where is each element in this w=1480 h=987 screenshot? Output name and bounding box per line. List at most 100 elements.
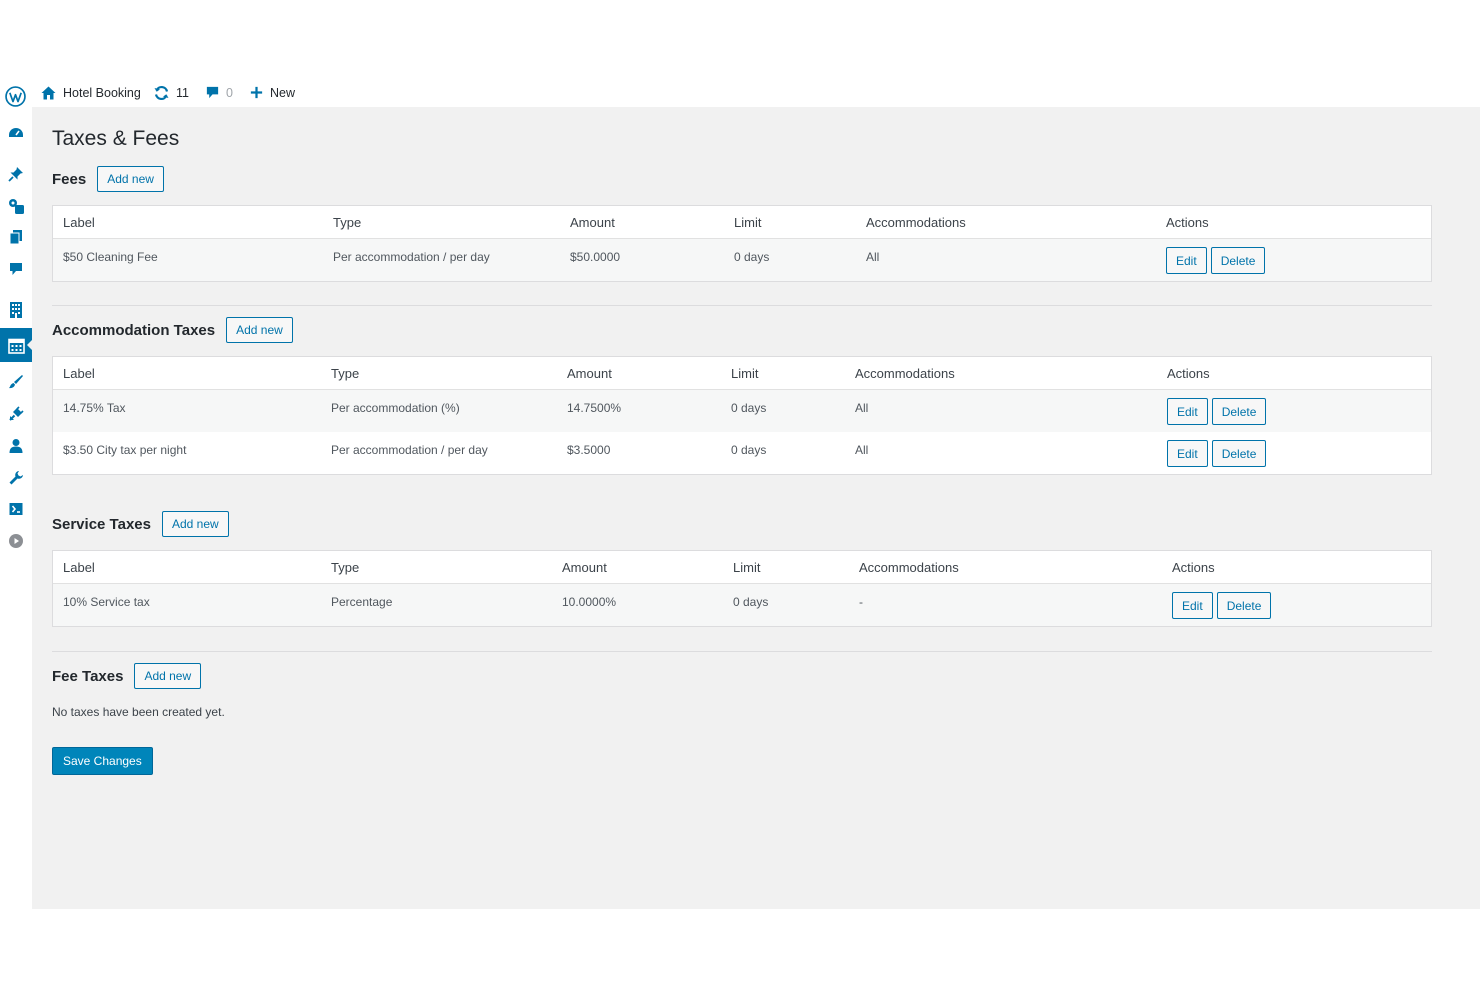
fees-add-new-button[interactable]: Add new (97, 166, 164, 192)
tools-wrench-icon (9, 471, 23, 485)
delete-button[interactable]: Delete (1210, 247, 1266, 274)
sidebar-item-dashboard[interactable] (7, 124, 25, 142)
users-icon (9, 439, 23, 453)
col-header-limit: Limit (734, 214, 762, 230)
sidebar-item-media[interactable] (7, 197, 25, 215)
plugins-icon (9, 406, 24, 421)
new-label: New (270, 85, 296, 100)
row-actions: Edit Delete (1172, 584, 1275, 626)
fees-section-header: Fees Add new (52, 166, 164, 192)
col-header-limit: Limit (731, 365, 759, 381)
col-header-type: Type (331, 365, 360, 381)
row-accommodations: All (866, 250, 880, 264)
edit-button[interactable]: Edit (1167, 440, 1208, 467)
row-label: 14.75% Tax (63, 401, 126, 415)
col-header-amount: Amount (562, 559, 607, 575)
row-type: Per accommodation / per day (331, 443, 488, 457)
row-accommodations: All (855, 443, 869, 457)
bookings-calendar-icon (7, 338, 25, 354)
row-label: $50 Cleaning Fee (63, 250, 158, 264)
service-taxes-title: Service Taxes (52, 515, 151, 533)
row-amount: $3.5000 (567, 443, 611, 457)
delete-button[interactable]: Delete (1211, 440, 1267, 467)
new-content-link[interactable]: New (249, 78, 295, 107)
settings-icon (9, 503, 23, 515)
section-divider (52, 651, 1432, 652)
col-header-actions: Actions (1167, 365, 1210, 381)
row-accommodations: - (859, 595, 863, 609)
table-header-row: Label Type Amount Limit Accommodations A… (53, 357, 1431, 390)
sidebar-item-comments[interactable] (7, 260, 25, 278)
save-changes-button[interactable]: Save Changes (52, 747, 153, 775)
row-actions: Edit Delete (1166, 239, 1269, 281)
accommodation-taxes-title: Accommodation Taxes (52, 321, 216, 339)
fee-taxes-empty-message: No taxes have been created yet. (52, 705, 225, 719)
sidebar-item-posts[interactable] (7, 165, 25, 183)
row-accommodations: All (855, 401, 869, 415)
col-header-label: Label (63, 559, 95, 575)
wordpress-logo-icon (5, 86, 26, 107)
table-row: 10% Service tax Percentage 10.0000% 0 da… (53, 584, 1431, 626)
service-taxes-table: Label Type Amount Limit Accommodations A… (52, 550, 1432, 627)
accommodation-taxes-table: Label Type Amount Limit Accommodations A… (52, 356, 1432, 475)
accommodation-taxes-add-new-button[interactable]: Add new (226, 317, 293, 343)
table-header-row: Label Type Amount Limit Accommodations A… (53, 206, 1431, 239)
home-icon (41, 86, 56, 99)
col-header-label: Label (63, 214, 95, 230)
comments-count: 0 (226, 85, 233, 100)
media-icon (9, 199, 24, 214)
edit-button[interactable]: Edit (1166, 247, 1207, 274)
col-header-amount: Amount (567, 365, 612, 381)
row-type: Per accommodation (%) (331, 401, 460, 415)
sidebar-item-settings[interactable] (7, 500, 25, 518)
section-divider (52, 305, 1432, 306)
sidebar-item-bookings[interactable] (7, 336, 25, 354)
table-row: $3.50 City tax per night Per accommodati… (53, 432, 1431, 474)
col-header-accommodations: Accommodations (859, 559, 959, 575)
comments-link[interactable]: 0 (205, 78, 233, 107)
admin-bar: Hotel Booking 11 0 New (0, 78, 1480, 107)
site-name-link[interactable]: Hotel Booking (40, 78, 141, 107)
fee-taxes-title: Fee Taxes (52, 667, 124, 685)
appearance-brush-icon (9, 375, 23, 389)
comments-icon (206, 86, 219, 99)
col-header-label: Label (63, 365, 95, 381)
edit-button[interactable]: Edit (1172, 592, 1213, 619)
fee-taxes-add-new-button[interactable]: Add new (134, 663, 202, 689)
sidebar-item-appearance[interactable] (7, 373, 25, 391)
table-row: 14.75% Tax Per accommodation (%) 14.7500… (53, 390, 1431, 432)
sidebar-item-users[interactable] (7, 437, 25, 455)
row-type: Per accommodation / per day (333, 250, 490, 264)
fees-table: Label Type Amount Limit Accommodations A… (52, 205, 1432, 282)
row-limit: 0 days (734, 250, 770, 264)
main-content: Taxes & Fees Fees Add new Label Type Amo… (32, 107, 1480, 909)
table-header-row: Label Type Amount Limit Accommodations A… (53, 551, 1431, 584)
service-taxes-section-header: Service Taxes Add new (52, 511, 229, 537)
dashboard-icon (9, 128, 23, 137)
col-header-actions: Actions (1172, 559, 1215, 575)
sidebar-item-accommodations[interactable] (7, 301, 25, 319)
sidebar-item-plugins[interactable] (7, 405, 25, 423)
delete-button[interactable]: Delete (1211, 398, 1267, 425)
plus-icon (250, 86, 263, 99)
delete-button[interactable]: Delete (1216, 592, 1272, 619)
col-header-accommodations: Accommodations (855, 365, 955, 381)
service-taxes-add-new-button[interactable]: Add new (161, 511, 229, 537)
fees-title: Fees (52, 170, 87, 188)
play-circle-icon (9, 534, 23, 548)
sidebar-item-tools[interactable] (7, 469, 25, 487)
edit-button[interactable]: Edit (1167, 398, 1208, 425)
comments-icon (10, 263, 22, 275)
updates-link[interactable]: 11 (153, 78, 189, 107)
col-header-amount: Amount (570, 214, 615, 230)
updates-icon (154, 85, 169, 100)
row-label: 10% Service tax (63, 595, 150, 609)
accommodation-taxes-section-header: Accommodation Taxes Add new (52, 317, 293, 343)
admin-sidebar (0, 107, 33, 909)
sidebar-item-collapse[interactable] (7, 532, 25, 550)
row-actions: Edit Delete (1167, 390, 1270, 432)
sidebar-item-pages[interactable] (7, 228, 25, 246)
row-limit: 0 days (731, 401, 767, 415)
row-limit: 0 days (733, 595, 769, 609)
row-limit: 0 days (731, 443, 767, 457)
